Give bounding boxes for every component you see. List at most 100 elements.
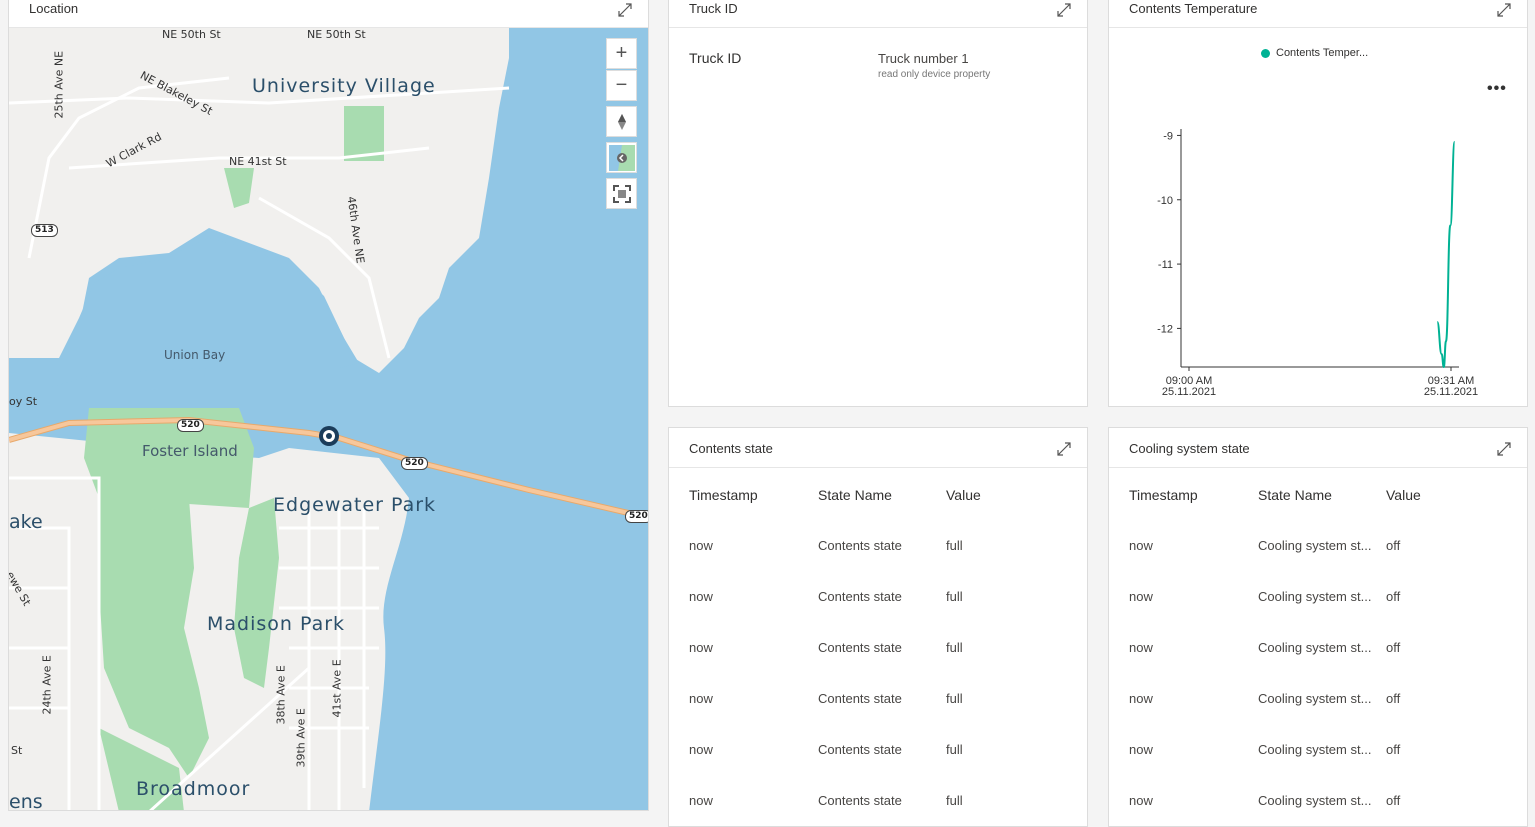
location-tile: Location University Village Union Bay Fo… — [8, 0, 649, 811]
route-shield: 520 — [401, 457, 428, 470]
route-shield: 520 — [625, 510, 648, 523]
table-row: now Contents state full — [669, 589, 1087, 609]
cell-timestamp: now — [1129, 589, 1153, 604]
table-row: now Cooling system st... off — [1109, 793, 1527, 813]
place-label: University Village — [252, 75, 436, 97]
column-header-timestamp: Timestamp — [1129, 487, 1198, 503]
street-label: St — [11, 744, 23, 757]
table-row: now Contents state full — [669, 538, 1087, 558]
x-tick-date: 25.11.2021 — [1424, 386, 1478, 398]
cell-timestamp: now — [689, 589, 713, 604]
tile-header: Location — [9, 0, 648, 28]
tile-header: Contents state — [669, 428, 1087, 468]
cell-value: off — [1386, 589, 1401, 604]
zoom-in-button[interactable]: + — [606, 38, 637, 69]
map-canvas[interactable]: University Village Union Bay Foster Isla… — [9, 28, 648, 810]
property-note: read only device property — [878, 69, 991, 80]
cell-state-name: Cooling system st... — [1258, 640, 1372, 655]
property-value: Truck number 1 — [878, 51, 969, 66]
street-label: NE 50th St — [307, 28, 366, 41]
cell-timestamp: now — [689, 691, 713, 706]
expand-icon[interactable] — [616, 1, 634, 19]
place-label: Foster Island — [142, 442, 238, 460]
table-row: now Cooling system st... off — [1109, 691, 1527, 711]
tile-title: Contents state — [689, 441, 773, 456]
cell-state-name: Contents state — [818, 742, 902, 757]
table-row: now Contents state full — [669, 640, 1087, 660]
cell-timestamp: now — [689, 640, 713, 655]
place-label: Madison Park — [207, 613, 346, 635]
tile-title: Location — [29, 1, 79, 16]
tile-title: Cooling system state — [1129, 441, 1250, 456]
expand-icon[interactable] — [1495, 440, 1513, 458]
place-label: Broadmoor — [136, 778, 251, 800]
cell-state-name: Contents state — [818, 589, 902, 604]
cell-timestamp: now — [689, 793, 713, 808]
cell-value: off — [1386, 793, 1401, 808]
cell-value: off — [1386, 742, 1401, 757]
place-label: Union Bay — [164, 348, 226, 362]
cell-value: off — [1386, 691, 1401, 706]
expand-icon[interactable] — [1055, 1, 1073, 19]
cell-timestamp: now — [689, 742, 713, 757]
cell-value: off — [1386, 640, 1401, 655]
temperature-tile: Contents Temperature Contents Temper... … — [1108, 0, 1528, 407]
series-line — [1436, 140, 1456, 369]
truck-id-tile: Truck ID Truck ID Truck number 1 read on… — [668, 0, 1088, 407]
property-label: Truck ID — [689, 50, 742, 66]
cell-timestamp: now — [1129, 793, 1153, 808]
cooling-state-tile: Cooling system state Timestamp State Nam… — [1108, 427, 1528, 827]
y-tick-label: -10 — [1157, 195, 1173, 207]
tile-title: Truck ID — [689, 1, 738, 16]
street-label: NE 41st St — [229, 155, 287, 168]
table-row: now Contents state full — [669, 793, 1087, 813]
cell-value: full — [946, 691, 963, 706]
compass-button[interactable] — [606, 106, 637, 137]
minus-icon: − — [615, 74, 628, 96]
cell-timestamp: now — [689, 538, 713, 553]
column-header-value: Value — [946, 487, 981, 503]
x-tick-date: 25.11.2021 — [1162, 386, 1216, 398]
place-label: ake — [9, 511, 43, 533]
y-tick-label: -9 — [1163, 130, 1173, 142]
route-shield: 513 — [31, 224, 58, 237]
cell-state-name: Cooling system st... — [1258, 538, 1372, 553]
table-row: now Cooling system st... off — [1109, 742, 1527, 762]
cell-state-name: Contents state — [818, 793, 902, 808]
expand-icon[interactable] — [1055, 440, 1073, 458]
cell-state-name: Cooling system st... — [1258, 742, 1372, 757]
column-header-timestamp: Timestamp — [689, 487, 758, 503]
column-header-value: Value — [1386, 487, 1421, 503]
map-style-button[interactable] — [606, 142, 637, 173]
street-label: 25th Ave NE — [52, 50, 66, 119]
street-label: 24th Ave E — [40, 655, 54, 715]
temperature-chart: -9-10-11-1209:00 AM25.11.202109:31 AM25.… — [1157, 129, 1478, 398]
column-header-state-name: State Name — [1258, 487, 1332, 503]
street-label: oy St — [9, 395, 38, 408]
cell-timestamp: now — [1129, 640, 1153, 655]
street-label: NE 50th St — [162, 28, 221, 41]
tile-header: Truck ID — [669, 0, 1087, 28]
y-tick-label: -11 — [1158, 259, 1173, 271]
cell-state-name: Contents state — [818, 640, 902, 655]
cell-value: full — [946, 589, 963, 604]
cell-value: off — [1386, 538, 1401, 553]
plus-icon: + — [615, 42, 628, 64]
zoom-out-button[interactable]: − — [606, 70, 637, 101]
fullscreen-icon — [612, 184, 631, 203]
table-row: now Cooling system st... off — [1109, 640, 1527, 660]
fullscreen-button[interactable] — [606, 178, 637, 209]
cell-state-name: Contents state — [818, 691, 902, 706]
place-label: Edgewater Park — [273, 494, 437, 516]
street-label: 41st Ave E — [330, 659, 344, 718]
cell-timestamp: now — [1129, 691, 1153, 706]
compass-icon — [617, 113, 626, 130]
street-label: 39th Ave E — [294, 708, 308, 768]
contents-state-tile: Contents state Timestamp State Name Valu… — [668, 427, 1088, 827]
cell-value: full — [946, 538, 963, 553]
street-label: 38th Ave E — [274, 665, 288, 725]
table-row: now Cooling system st... off — [1109, 538, 1527, 558]
table-row: now Contents state full — [669, 742, 1087, 762]
cell-value: full — [946, 793, 963, 808]
tile-header: Cooling system state — [1109, 428, 1527, 468]
